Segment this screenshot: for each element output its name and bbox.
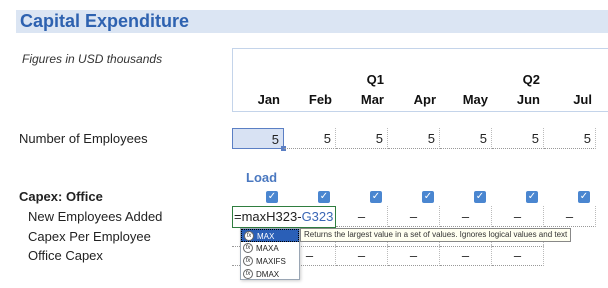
function-icon: fx <box>243 256 253 266</box>
capex-cell[interactable]: – <box>544 206 596 227</box>
capex-cell[interactable]: – <box>336 245 388 266</box>
capex-cell[interactable]: – <box>336 206 388 227</box>
capex-cell[interactable]: – <box>388 206 440 227</box>
month-label-feb: Feb <box>308 92 332 107</box>
capex-cell[interactable]: – <box>492 206 544 227</box>
month-label-jan: Jan <box>257 92 280 107</box>
month-label-may: May <box>462 92 488 107</box>
month-label-apr: Apr <box>413 92 436 107</box>
autocomplete-item-max[interactable]: fx MAX <box>241 229 299 242</box>
load-checkbox[interactable]: ✓ <box>370 191 382 203</box>
month-label-jul: Jul <box>573 92 592 107</box>
page-title: Capital Expenditure <box>20 11 190 31</box>
load-checkbox[interactable]: ✓ <box>526 191 538 203</box>
load-label: Load <box>246 170 278 185</box>
row-label-office-capex: Office Capex <box>28 248 103 263</box>
function-icon: fx <box>243 243 253 253</box>
load-checkbox[interactable]: ✓ <box>266 191 278 203</box>
capex-cell[interactable]: – <box>440 206 492 227</box>
employees-cell[interactable]: 5 <box>232 128 286 151</box>
employees-cell[interactable]: 5 <box>284 128 336 149</box>
function-tooltip: Returns the largest value in a set of va… <box>300 228 572 242</box>
function-icon: fx <box>244 231 254 241</box>
employees-cell[interactable]: 5 <box>388 128 440 149</box>
month-label-jun: Jun <box>516 92 540 107</box>
autocomplete-item-maxa[interactable]: fx MAXA <box>241 242 299 255</box>
capex-cell[interactable]: – <box>388 245 440 266</box>
autocomplete-item-dmax[interactable]: fx DMAX <box>241 268 299 281</box>
employees-cell[interactable]: 5 <box>336 128 388 149</box>
quarter-label-q1: Q1 <box>366 72 384 87</box>
function-icon: fx <box>243 269 253 279</box>
load-checkbox[interactable]: ✓ <box>422 191 434 203</box>
employees-cell[interactable]: 5 <box>440 128 492 149</box>
capex-cell[interactable]: – <box>440 245 492 266</box>
formula-edit-cell[interactable]: =maxH323-G323 <box>232 206 336 228</box>
employees-cell[interactable]: 5 <box>492 128 544 149</box>
units-note: Figures in USD thousands <box>22 52 163 66</box>
formula-reference: G323 <box>301 209 334 224</box>
formula-text: =maxH323- <box>234 209 302 224</box>
quarter-label-q2: Q2 <box>522 72 540 87</box>
month-label-mar: Mar <box>360 92 384 107</box>
autocomplete-item-maxifs[interactable]: fx MAXIFS <box>241 255 299 268</box>
employees-cell[interactable]: 5 <box>544 128 596 149</box>
load-checkbox[interactable]: ✓ <box>474 191 486 203</box>
function-autocomplete-list[interactable]: fx MAX fx MAXA fx MAXIFS fx DMAX <box>240 228 300 280</box>
section-title-capex-office: Capex: Office <box>19 189 103 204</box>
row-label-new-employees: New Employees Added <box>28 209 163 224</box>
load-checkbox[interactable]: ✓ <box>318 191 330 203</box>
load-checkbox[interactable]: ✓ <box>578 191 590 203</box>
capex-cell[interactable]: – <box>492 245 544 266</box>
row-label-capex-per-employee: Capex Per Employee <box>28 229 151 244</box>
row-label-employees: Number of Employees <box>19 131 148 146</box>
